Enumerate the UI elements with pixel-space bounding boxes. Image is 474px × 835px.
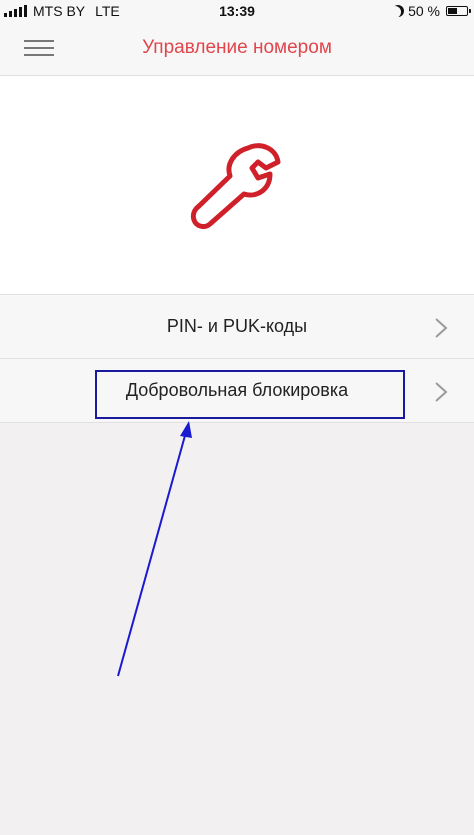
hero-section [0,76,474,294]
do-not-disturb-icon [392,5,404,17]
wrench-icon [190,143,281,230]
page-title: Управление номером [142,37,332,58]
nav-bar: Управление номером [0,22,474,76]
highlight-box [95,370,405,419]
status-bar: MTS BY LTE 13:39 50 % [0,0,474,22]
battery-icon [446,6,471,16]
chevron-right-icon [435,382,448,402]
chevron-right-icon [435,318,448,338]
status-right: 50 % [390,3,471,19]
pin-puk-codes-item[interactable]: PIN- и PUK-коды [0,294,474,358]
battery-fill [448,8,457,14]
list-item-label: PIN- и PUK-коды [166,316,308,336]
battery-percent: 50 % [408,3,440,19]
